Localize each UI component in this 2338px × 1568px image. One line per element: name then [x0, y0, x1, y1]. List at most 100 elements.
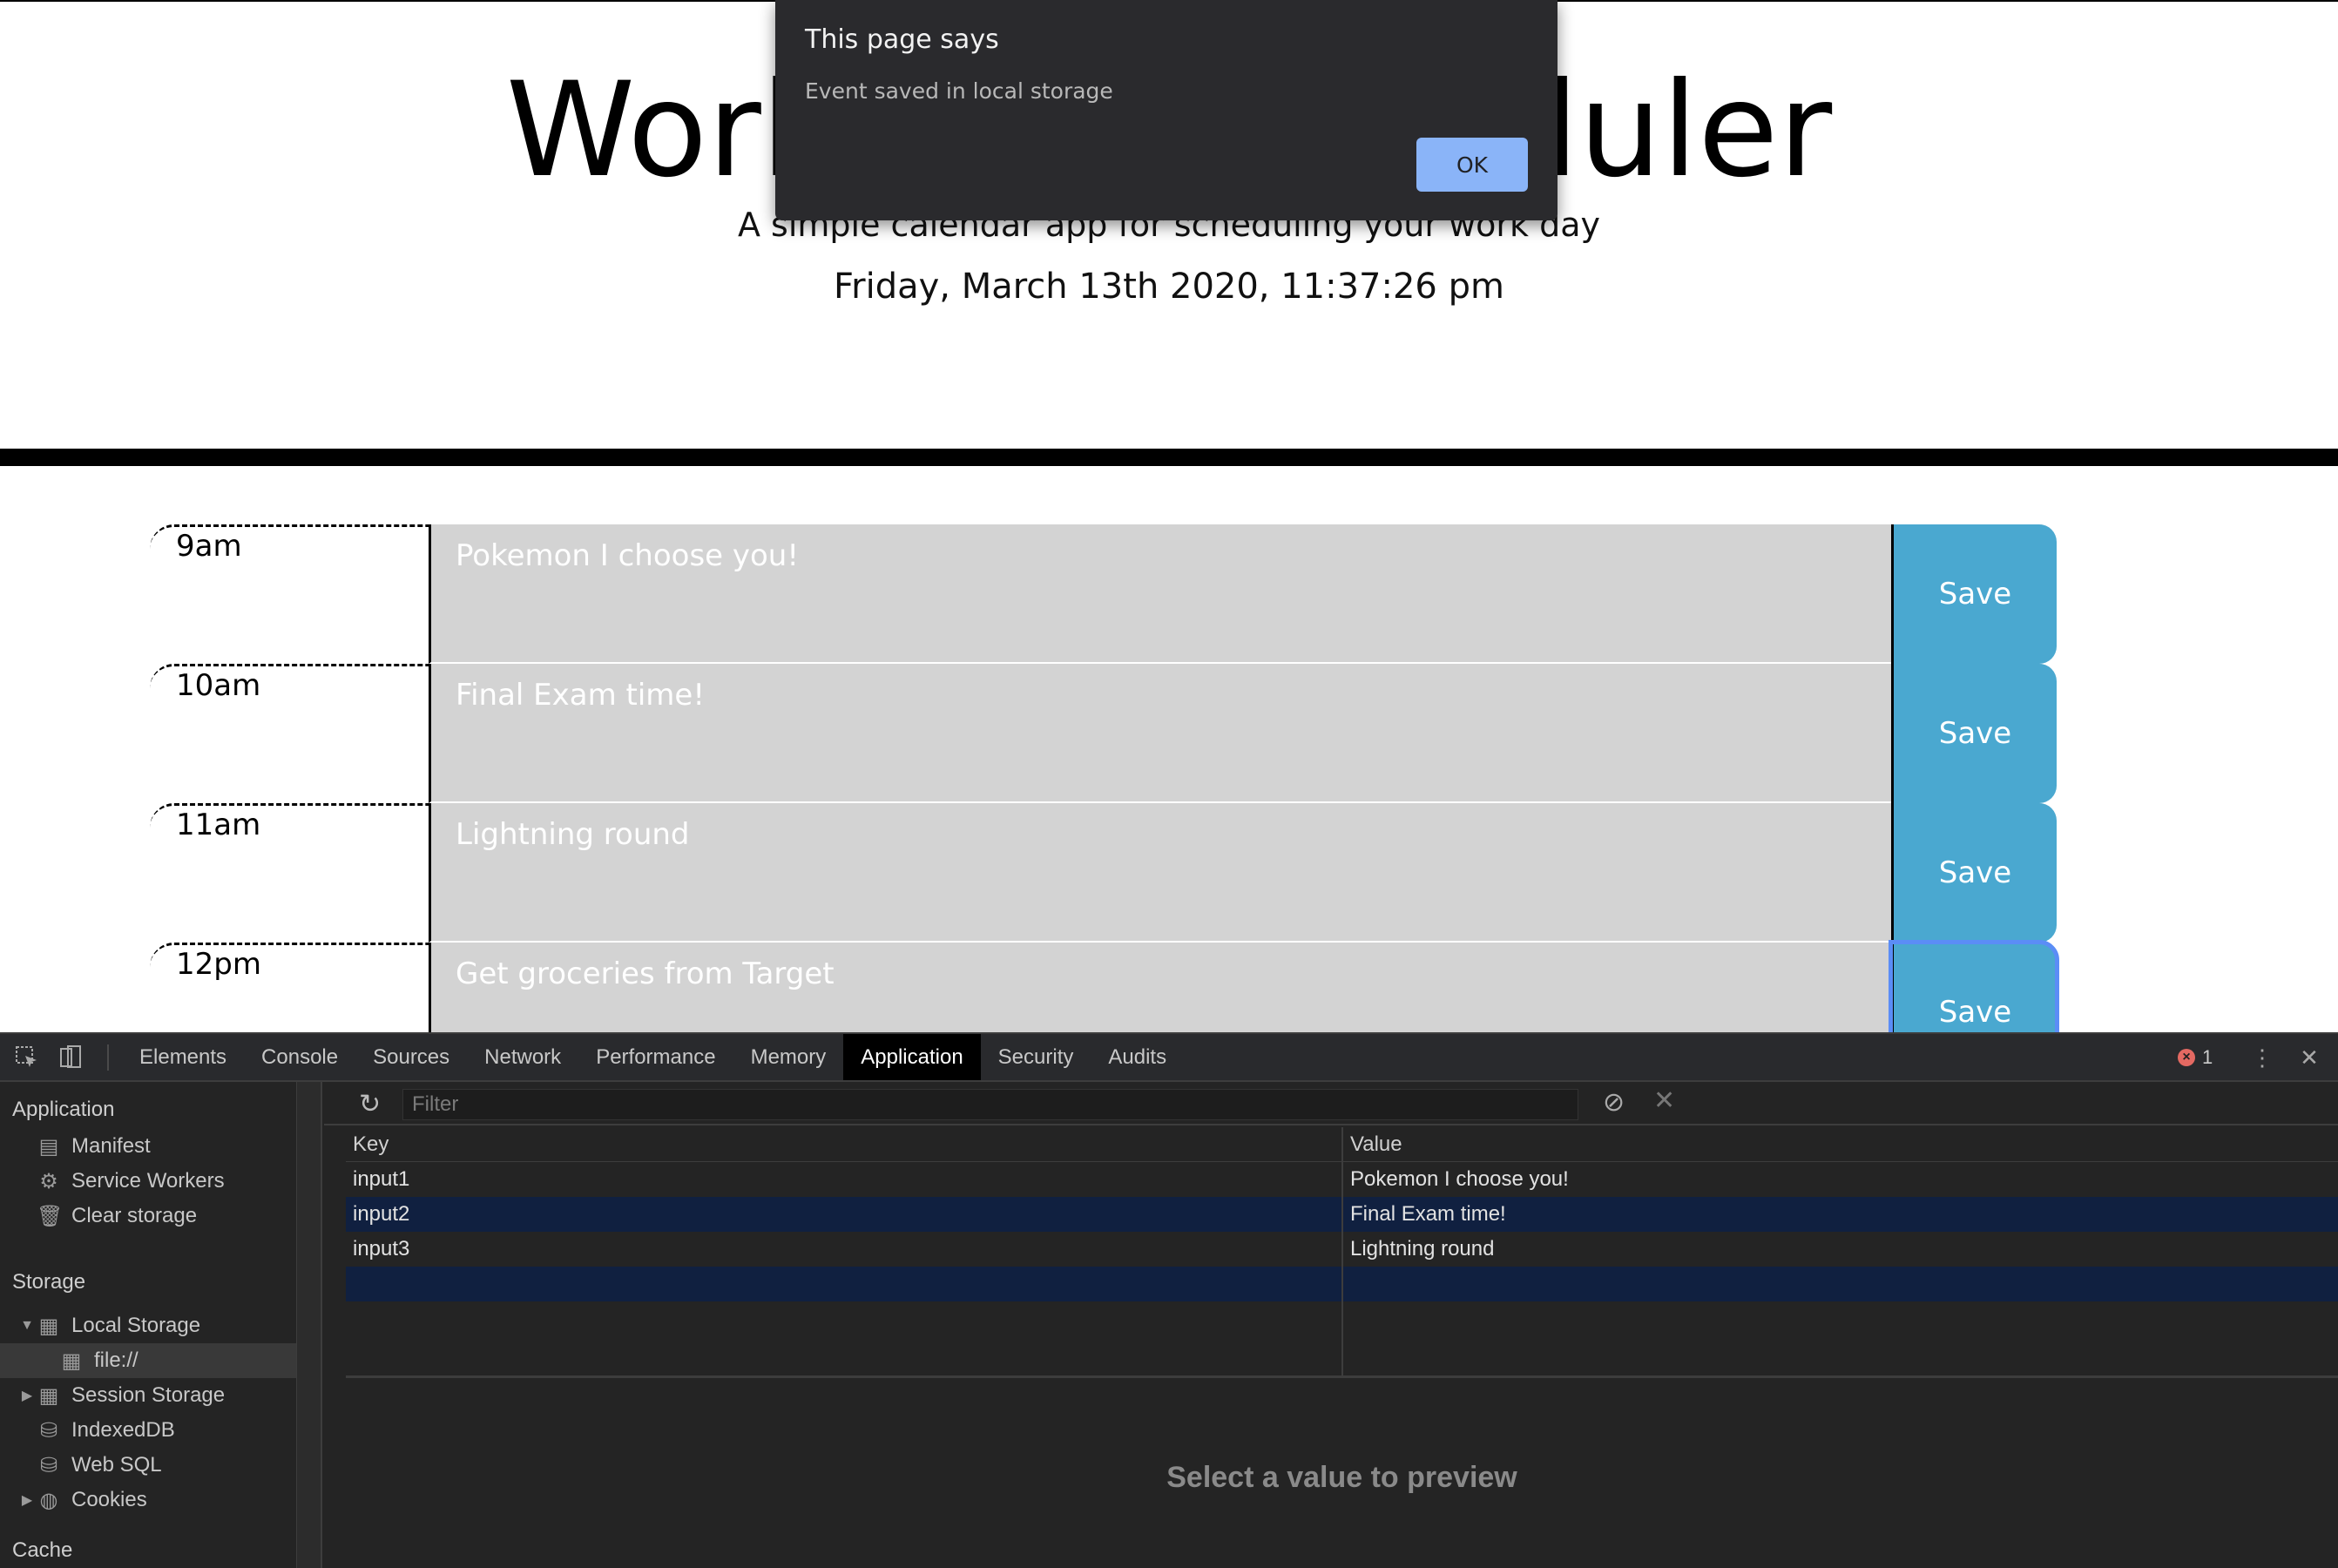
toolbar-separator	[107, 1044, 109, 1071]
hour-text: 12pm	[176, 947, 261, 982]
application-sidebar: Application ▤ Manifest ⚙ Service Workers 🗑…	[0, 1082, 322, 1568]
tab-elements[interactable]: Elements	[122, 1034, 244, 1080]
alert-dialog: This page says Event saved in local stor…	[775, 0, 1558, 220]
sidebar-item-label: Web SQL	[71, 1453, 162, 1477]
hour-text: 9am	[176, 529, 242, 564]
devtools-toolbar: Elements Console Sources Network Perform…	[0, 1034, 2338, 1082]
storage-view: ↻ ⊘ ✕ Key Value input1 Pokemon I choose …	[324, 1082, 2338, 1568]
collapsed-arrow-icon[interactable]: ▶	[17, 1491, 37, 1509]
column-header-value[interactable]: Value	[1350, 1127, 1402, 1162]
save-button[interactable]: Save	[1891, 803, 2057, 943]
sidebar-item-label: IndexedDB	[71, 1418, 175, 1442]
filter-input[interactable]	[402, 1089, 1578, 1120]
error-counter[interactable]: × 1	[2178, 1046, 2213, 1069]
key-cell: input3	[353, 1237, 410, 1260]
grid-icon: ▦	[38, 1314, 59, 1338]
tab-sources[interactable]: Sources	[355, 1034, 467, 1080]
save-button[interactable]: Save	[1889, 940, 2059, 1032]
key-cell: input1	[353, 1167, 410, 1191]
database-icon: ⛁	[39, 1418, 58, 1443]
timeblock-row: 12pm Get groceries from Target Save	[150, 940, 2059, 1032]
local-storage-table: Key Value input1 Pokemon I choose you! i…	[346, 1127, 2338, 1378]
devtools-panel: Elements Console Sources Network Perform…	[0, 1032, 2338, 1568]
database-icon: ⛁	[39, 1453, 58, 1477]
value-preview-pane: Select a value to preview	[346, 1378, 2338, 1568]
sidebar-item-clear-storage[interactable]: 🗑 Clear storage	[37, 1199, 333, 1233]
sidebar-item-local-storage[interactable]: ▼ ▦ Local Storage	[17, 1308, 314, 1343]
tab-memory[interactable]: Memory	[733, 1034, 844, 1080]
value-cell: Lightning round	[1350, 1237, 1495, 1260]
tab-application[interactable]: Application	[843, 1034, 981, 1080]
sidebar-item-session-storage[interactable]: ▶ ▦ Session Storage	[17, 1378, 314, 1413]
tab-network[interactable]: Network	[467, 1034, 578, 1080]
inspect-element-icon[interactable]	[14, 1044, 40, 1071]
hour-label: 9am	[150, 524, 429, 664]
collapsed-arrow-icon[interactable]: ▶	[17, 1387, 37, 1404]
alert-title: This page says	[805, 24, 999, 55]
event-textarea[interactable]: Get groceries from Target	[429, 943, 2042, 1032]
event-textarea[interactable]: Lightning round	[429, 803, 2042, 943]
clear-all-icon[interactable]: ⊘	[1603, 1087, 1625, 1118]
tab-performance[interactable]: Performance	[578, 1034, 733, 1080]
sidebar-item-service-workers[interactable]: ⚙ Service Workers	[37, 1164, 333, 1199]
hour-text: 11am	[176, 808, 261, 842]
event-textarea[interactable]: Final Exam time!	[429, 664, 2042, 803]
sidebar-item-label: Session Storage	[71, 1383, 226, 1407]
storage-toolbar: ↻ ⊘ ✕	[324, 1082, 2338, 1125]
cookie-icon: ◍	[39, 1488, 58, 1512]
trash-icon: 🗑	[37, 1204, 64, 1228]
timeblock-row: 11am Lightning round Save	[150, 803, 2058, 943]
timeblock-row: 9am Pokemon I choose you! Save	[150, 524, 2058, 664]
preview-placeholder: Select a value to preview	[1166, 1461, 1517, 1494]
hour-label: 11am	[150, 803, 429, 943]
sidebar-scrollbar[interactable]	[296, 1082, 321, 1568]
event-textarea[interactable]: Pokemon I choose you!	[429, 524, 2042, 664]
column-header-key[interactable]: Key	[353, 1127, 389, 1162]
column-divider[interactable]	[1341, 1127, 1343, 1375]
timeblock-list: 9am Pokemon I choose you! Save 10am Fina…	[150, 524, 2059, 1032]
hour-text: 10am	[176, 668, 261, 703]
tab-audits[interactable]: Audits	[1091, 1034, 1184, 1080]
save-button[interactable]: Save	[1891, 524, 2057, 664]
gear-icon: ⚙	[39, 1169, 58, 1193]
sidebar-item-cookies[interactable]: ▶ ◍ Cookies	[17, 1483, 314, 1517]
grid-icon: ▦	[61, 1348, 82, 1373]
sidebar-item-manifest[interactable]: ▤ Manifest	[37, 1129, 333, 1164]
sidebar-item-local-storage-file[interactable]: ▦ file://	[0, 1343, 298, 1378]
refresh-icon[interactable]: ↻	[359, 1089, 381, 1119]
close-devtools-icon[interactable]: ✕	[2296, 1044, 2322, 1071]
sidebar-item-label: Service Workers	[71, 1169, 225, 1193]
grid-icon: ▦	[38, 1383, 59, 1408]
alert-message: Event saved in local storage	[805, 78, 1113, 104]
sidebar-item-label: file://	[94, 1348, 139, 1372]
current-day: Friday, March 13th 2020, 11:37:26 pm	[834, 267, 1504, 307]
alert-ok-button[interactable]: OK	[1416, 138, 1528, 192]
save-button[interactable]: Save	[1891, 664, 2057, 803]
sidebar-item-label: Local Storage	[71, 1314, 201, 1337]
document-icon: ▤	[38, 1134, 59, 1159]
sidebar-heading-cache: Cache	[12, 1538, 73, 1562]
value-cell: Final Exam time!	[1350, 1202, 1506, 1226]
error-count: 1	[2202, 1046, 2213, 1068]
key-cell: input2	[353, 1202, 410, 1226]
hour-label: 10am	[150, 664, 429, 803]
timeblock-row: 10am Final Exam time! Save	[150, 664, 2058, 803]
sidebar-item-web-sql[interactable]: ⛁ Web SQL	[37, 1448, 333, 1483]
header-divider	[0, 449, 2338, 466]
tab-security[interactable]: Security	[981, 1034, 1091, 1080]
sidebar-heading-application: Application	[12, 1098, 115, 1121]
devtools-tabs: Elements Console Sources Network Perform…	[122, 1034, 1184, 1082]
device-toolbar-icon[interactable]	[57, 1044, 84, 1071]
error-icon: ×	[2178, 1049, 2195, 1066]
hour-label: 12pm	[150, 943, 429, 1032]
expanded-arrow-icon[interactable]: ▼	[17, 1318, 37, 1334]
sidebar-item-label: Cookies	[71, 1488, 147, 1511]
more-options-icon[interactable]: ⋮	[2249, 1044, 2275, 1071]
delete-selected-icon[interactable]: ✕	[1653, 1085, 1675, 1116]
sidebar-item-label: Manifest	[71, 1134, 151, 1158]
value-cell: Pokemon I choose you!	[1350, 1167, 1569, 1191]
sidebar-item-label: Clear storage	[71, 1204, 198, 1227]
sidebar-item-indexeddb[interactable]: ⛁ IndexedDB	[37, 1413, 333, 1448]
sidebar-heading-storage: Storage	[12, 1270, 86, 1294]
tab-console[interactable]: Console	[244, 1034, 355, 1080]
